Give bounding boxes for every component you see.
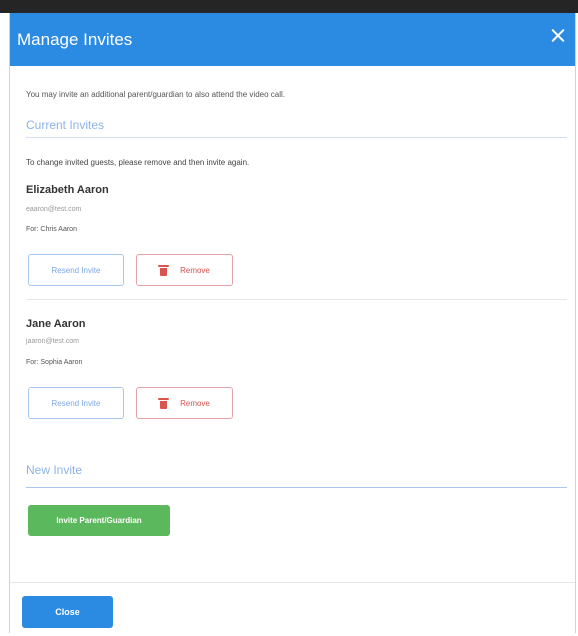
trash-icon bbox=[158, 397, 170, 409]
remove-invite-button[interactable]: Remove bbox=[136, 254, 233, 286]
guest-for-student: For: Chris Aaron bbox=[26, 226, 77, 233]
remove-invite-label: Remove bbox=[180, 398, 210, 408]
guest-email: eaaron@test.com bbox=[26, 206, 82, 213]
guest-divider bbox=[26, 299, 567, 300]
new-invite-divider bbox=[26, 487, 567, 488]
remove-invite-button[interactable]: Remove bbox=[136, 387, 233, 419]
close-button-label: Close bbox=[55, 607, 80, 617]
close-button[interactable]: Close bbox=[22, 596, 113, 628]
intro-text: You may invite an additional parent/guar… bbox=[26, 90, 285, 99]
guest-email: jaaron@test.com bbox=[26, 338, 80, 345]
resend-invite-button[interactable]: Resend Invite bbox=[28, 387, 124, 419]
change-invites-note: To change invited guests, please remove … bbox=[26, 158, 250, 167]
current-invites-divider bbox=[26, 137, 567, 138]
resend-invite-label: Resend Invite bbox=[51, 265, 101, 275]
current-invites-title: Current Invites bbox=[26, 118, 105, 132]
close-icon[interactable] bbox=[551, 28, 565, 42]
new-invite-title: New Invite bbox=[26, 463, 83, 477]
resend-invite-button[interactable]: Resend Invite bbox=[28, 254, 124, 286]
invite-parent-guardian-label: Invite Parent/Guardian bbox=[56, 516, 142, 525]
guest-name: Elizabeth Aaron bbox=[26, 184, 109, 196]
modal-header: Manage Invites bbox=[10, 13, 575, 66]
guest-name: Jane Aaron bbox=[26, 318, 86, 330]
trash-icon bbox=[158, 264, 170, 276]
resend-invite-label: Resend Invite bbox=[51, 398, 101, 408]
manage-invites-modal: Manage Invites You may invite an additio… bbox=[9, 13, 576, 633]
invite-parent-guardian-button[interactable]: Invite Parent/Guardian bbox=[28, 505, 170, 536]
modal-footer-divider bbox=[10, 582, 575, 583]
modal-title: Manage Invites bbox=[17, 30, 133, 49]
remove-invite-label: Remove bbox=[180, 265, 210, 275]
guest-for-student: For: Sophia Aaron bbox=[26, 359, 83, 366]
window-top-strip bbox=[0, 0, 578, 13]
